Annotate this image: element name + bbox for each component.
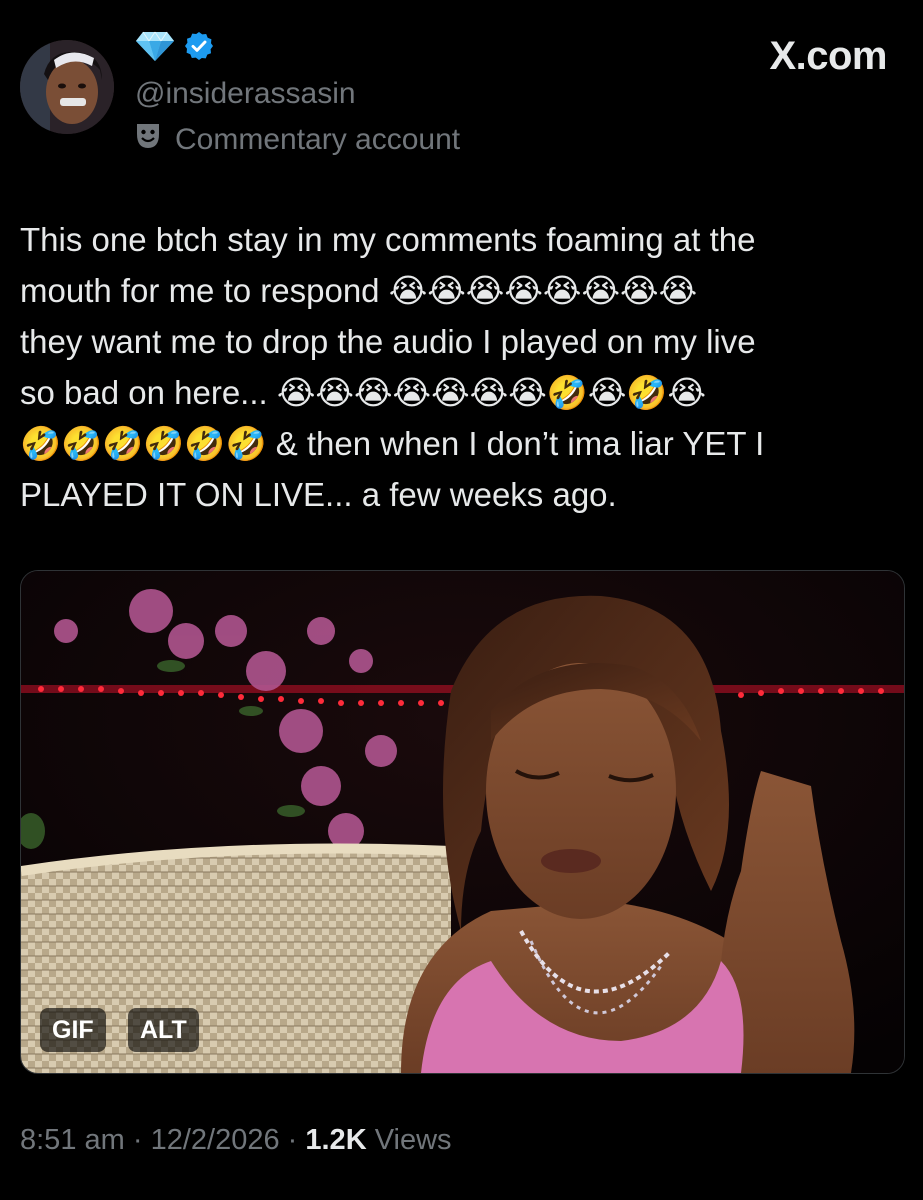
site-logo: X.com — [769, 34, 887, 78]
tweet-text-line: so bad on here... 😭😭😭😭😭😭😭🤣😭🤣😭 — [20, 374, 707, 411]
tweet-time[interactable]: 8:51 am — [20, 1124, 125, 1156]
verified-badge-icon[interactable] — [183, 30, 215, 67]
user-handle[interactable]: @insiderassasin — [135, 76, 356, 112]
tweet-text-line: 🤣🤣🤣🤣🤣🤣 & then when I don’t ima liar YET … — [20, 425, 765, 462]
theater-masks-icon — [135, 122, 161, 158]
views-label: Views — [374, 1124, 452, 1156]
action-bar-edge — [20, 1192, 903, 1200]
account-label: Commentary account — [175, 123, 461, 156]
views-count: 1.2K — [305, 1124, 367, 1156]
tweet-text: This one btch stay in my comments foamin… — [20, 214, 900, 520]
alt-text-button[interactable]: ALT — [128, 1008, 199, 1052]
avatar[interactable] — [20, 40, 114, 134]
avatar-image — [20, 40, 114, 134]
tweet-date[interactable]: 12/2/2026 — [151, 1124, 280, 1156]
meta-separator: · — [279, 1124, 306, 1156]
tweet-meta: 8:51 am · 12/2/2026 · 1.2K Views — [20, 1120, 452, 1160]
tweet-text-line: PLAYED IT ON LIVE... a few weeks ago. — [20, 476, 617, 513]
tweet-text-line: This one btch stay in my comments foamin… — [20, 221, 756, 258]
diamond-icon — [135, 30, 175, 67]
tweet-media-gif[interactable] — [20, 570, 905, 1074]
tweet-text-line: they want me to drop the audio I played … — [20, 323, 756, 360]
account-label-row: Commentary account — [135, 120, 460, 160]
gif-frame-image — [21, 571, 904, 1073]
gif-badge: GIF — [40, 1008, 106, 1052]
tweet-text-line: mouth for me to respond 😭😭😭😭😭😭😭😭 — [20, 272, 698, 309]
name-row — [135, 28, 215, 68]
meta-separator: · — [124, 1124, 151, 1156]
